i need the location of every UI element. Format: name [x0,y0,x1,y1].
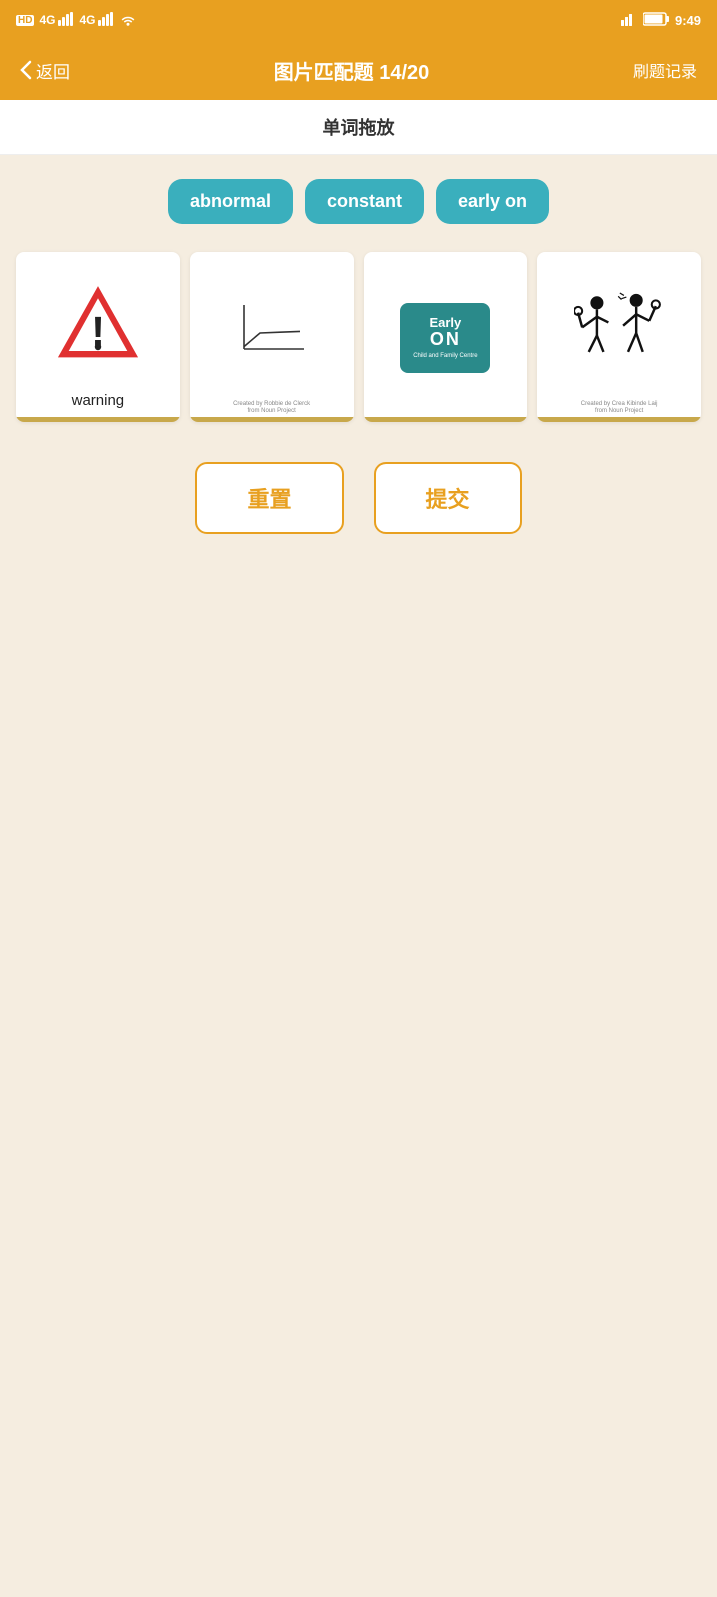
battery-icon [643,12,669,29]
card-stickfigure-image [537,252,701,401]
main-content: abnormal constant early on ! warning [0,155,717,558]
signal-icon [621,12,637,29]
card-warning-image: ! [16,252,180,388]
back-button[interactable]: 返回 [20,58,70,83]
action-buttons: 重置 提交 [16,462,701,534]
page-title: 图片匹配题 14/20 [274,56,430,85]
card-warning-bottom [16,417,180,422]
chip-early-on[interactable]: early on [436,179,549,224]
card-warning-label: warning [68,388,129,417]
wifi-icon [119,12,137,29]
signal-4g-2: 4G [79,13,95,27]
signal-bars-2 [98,12,116,29]
status-bar: HD 4G 4G [0,0,717,40]
card-warning[interactable]: ! warning [16,252,180,422]
card-stickfigure-caption: Created by Crea Kibinde Laijfrom Noun Pr… [579,401,660,417]
early-on-logo: EarlyON Child and Family Centre [400,303,490,373]
card-early-on-bottom [364,417,528,422]
chip-constant[interactable]: constant [305,179,424,224]
submit-button[interactable]: 提交 [374,462,522,534]
signal-bars [58,12,76,29]
card-early-on-image: EarlyON Child and Family Centre [364,252,528,417]
card-early-on[interactable]: EarlyON Child and Family Centre [364,252,528,422]
card-stickfigure[interactable]: Created by Crea Kibinde Laijfrom Noun Pr… [537,252,701,422]
card-graph-bottom [190,417,354,422]
reset-button[interactable]: 重置 [195,462,343,534]
word-chips-container: abnormal constant early on [16,179,701,224]
card-graph-caption: Created by Robbie de Clerckfrom Noun Pro… [231,401,312,417]
record-button[interactable]: 刷题记录 [633,58,697,82]
time-display: 9:49 [675,13,701,28]
status-right: 9:49 [621,12,701,29]
status-left: HD 4G 4G [16,12,137,29]
cards-grid: ! warning Created by Robbie d [16,252,701,422]
signal-4g-1: 4G [39,13,55,27]
card-stickfigure-bottom [537,417,701,422]
hd-badge: HD [16,15,34,26]
back-label: 返回 [36,58,70,83]
section-title: 单词拖放 [0,100,717,155]
app-header: 返回 图片匹配题 14/20 刷题记录 [0,40,717,100]
card-graph-image [190,252,354,401]
card-graph[interactable]: Created by Robbie de Clerckfrom Noun Pro… [190,252,354,422]
chip-abnormal[interactable]: abnormal [168,179,293,224]
